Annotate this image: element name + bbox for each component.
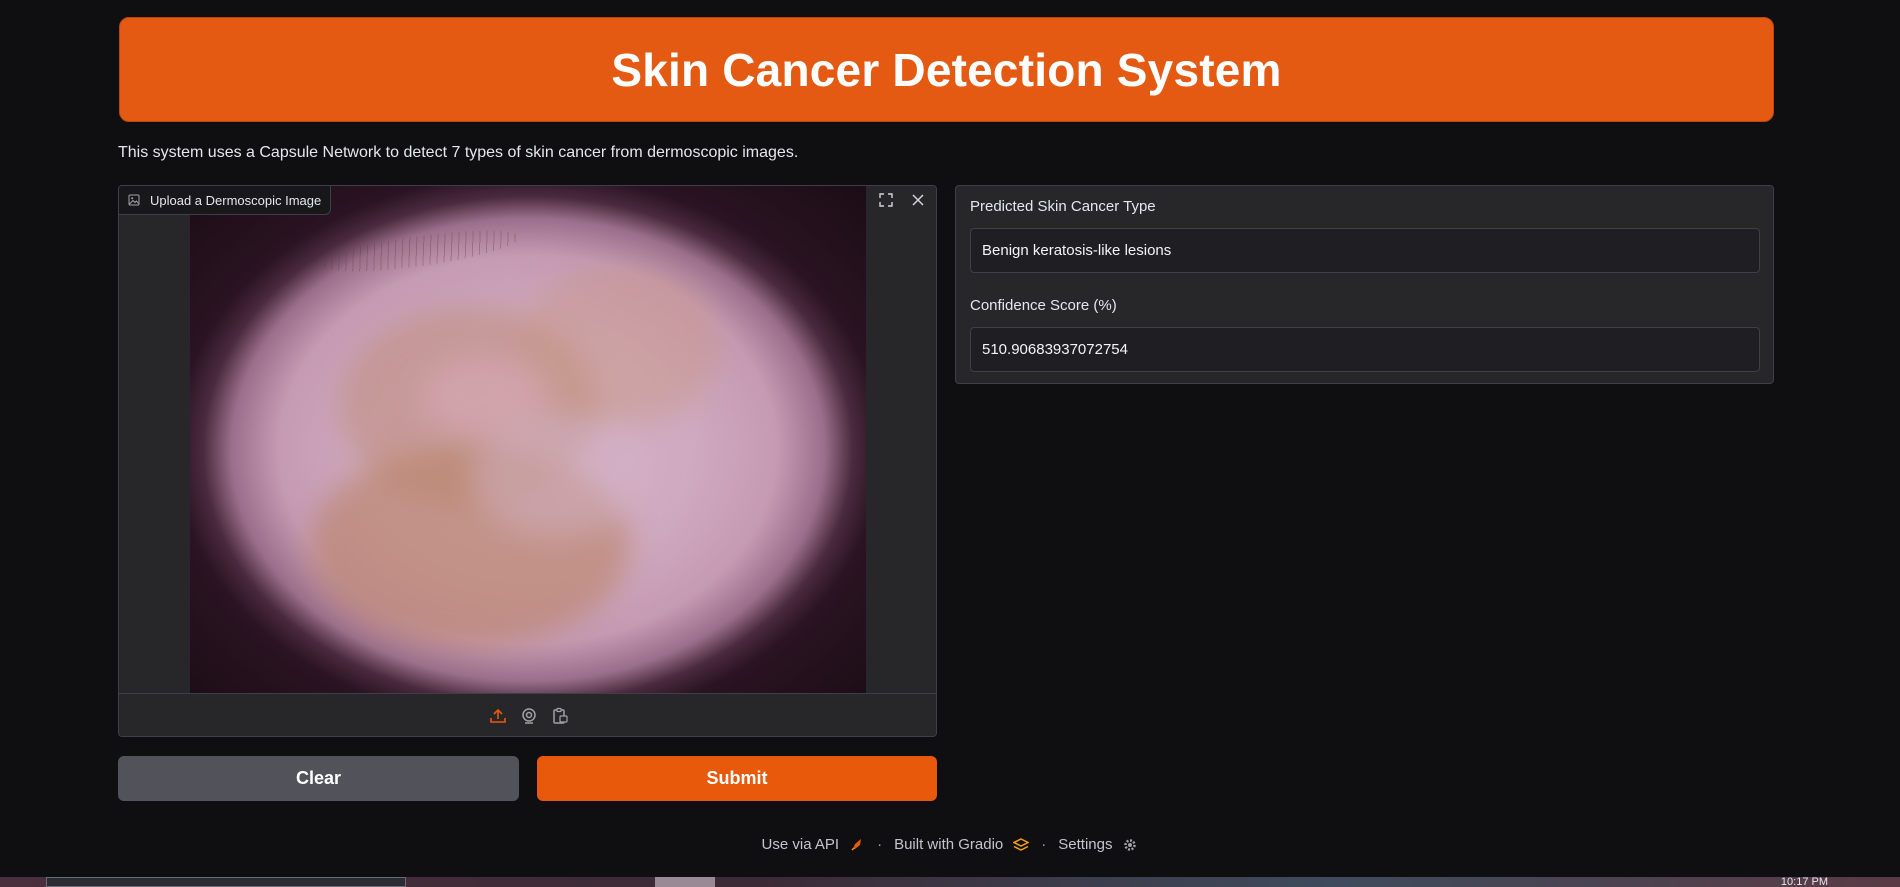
taskbar-clock: 10:17 PM (1780, 876, 1828, 887)
footer-separator: · (877, 836, 883, 853)
prediction-output[interactable]: Benign keratosis-like lesions (970, 228, 1760, 273)
image-input-label: Upload a Dermoscopic Image (119, 186, 332, 215)
built-with-gradio-link[interactable]: Built with Gradio (894, 836, 1003, 853)
image-upload-panel[interactable]: Upload a Dermoscopic Image (118, 185, 937, 737)
page-title: Skin Cancer Detection System (611, 43, 1282, 96)
confidence-output[interactable]: 510.90683937072754 (970, 327, 1760, 372)
use-api-link[interactable]: Use via API (762, 836, 840, 853)
submit-button[interactable]: Submit (537, 756, 937, 801)
image-preview-area[interactable] (119, 186, 936, 693)
app-header: Skin Cancer Detection System (119, 17, 1774, 122)
os-taskbar (0, 877, 1900, 887)
image-source-toolbar (119, 693, 936, 736)
confidence-label: Confidence Score (%) (970, 297, 1117, 314)
fullscreen-icon[interactable] (872, 188, 900, 212)
webcam-icon[interactable] (518, 706, 539, 727)
output-panel: Predicted Skin Cancer Type Benign kerato… (955, 185, 1774, 384)
close-icon[interactable] (904, 188, 932, 212)
settings-link[interactable]: Settings (1058, 836, 1112, 853)
image-input-label-text: Upload a Dermoscopic Image (150, 192, 322, 208)
rocket-icon (849, 837, 865, 853)
image-icon (128, 194, 140, 206)
gear-icon[interactable] (1122, 837, 1138, 853)
footer-separator: · (1041, 836, 1047, 853)
clear-button[interactable]: Clear (118, 756, 519, 801)
app-description: This system uses a Capsule Network to de… (118, 144, 799, 161)
gradio-logo-icon (1013, 837, 1030, 853)
dermoscopic-image (190, 186, 866, 693)
footer: Use via API · Built with Gradio · Settin… (0, 836, 1900, 853)
upload-icon[interactable] (487, 706, 508, 727)
clipboard-icon[interactable] (549, 706, 570, 727)
prediction-label: Predicted Skin Cancer Type (970, 198, 1156, 215)
